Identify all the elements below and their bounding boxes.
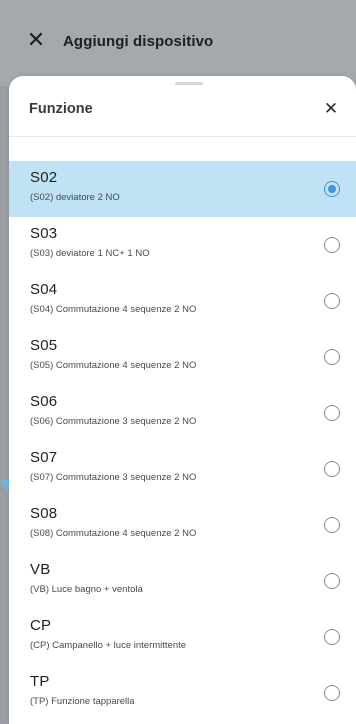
function-list: S02 (S02) deviatore 2 NO S03 (S03) deviator…	[9, 161, 356, 721]
radio-button[interactable]	[324, 685, 340, 701]
option-description: (CP) Campanello + luce intermittente	[30, 640, 187, 651]
function-option-cp[interactable]: CP (CP) Campanello + luce intermittente	[9, 609, 356, 665]
option-description: (TP) Funzione tapparella	[30, 696, 135, 707]
option-code: S05	[30, 337, 58, 354]
radio-selected-dot	[328, 185, 336, 193]
option-description: (VB) Luce bagno + ventola	[30, 584, 143, 595]
option-code: S06	[30, 393, 58, 410]
option-description: (S05) Commutazione 4 sequenze 2 NO	[30, 360, 197, 371]
sheet-header: Funzione ✕	[9, 76, 356, 137]
close-icon[interactable]: ✕	[26, 29, 46, 51]
option-code: VB	[30, 561, 51, 578]
function-option-s02[interactable]: S02 (S02) deviatore 2 NO	[9, 161, 356, 217]
option-code: S04	[30, 281, 58, 298]
option-description: (S02) deviatore 2 NO	[30, 192, 120, 203]
sheet-title: Funzione	[29, 101, 93, 117]
function-option-vb[interactable]: VB (VB) Luce bagno + ventola	[9, 553, 356, 609]
radio-button[interactable]	[324, 573, 340, 589]
option-description: (S08) Commutazione 4 sequenze 2 NO	[30, 528, 197, 539]
option-description: (S03) deviatore 1 NC+ 1 NO	[30, 248, 150, 259]
option-description: (S07) Commutazione 3 sequenze 2 NO	[30, 472, 197, 483]
radio-button[interactable]	[324, 181, 340, 197]
function-option-s07[interactable]: S07 (S07) Commutazione 3 sequenze 2 NO	[9, 441, 356, 497]
radio-button[interactable]	[324, 349, 340, 365]
close-icon[interactable]: ✕	[320, 98, 342, 120]
option-code: S02	[30, 169, 58, 186]
option-code: S08	[30, 505, 58, 522]
radio-button[interactable]	[324, 517, 340, 533]
radio-button[interactable]	[324, 461, 340, 477]
function-option-s05[interactable]: S05 (S05) Commutazione 4 sequenze 2 NO	[9, 329, 356, 385]
radio-button[interactable]	[324, 293, 340, 309]
option-description: (S06) Commutazione 3 sequenze 2 NO	[30, 416, 197, 427]
option-code: CP	[30, 617, 52, 634]
function-option-s06[interactable]: S06 (S06) Commutazione 3 sequenze 2 NO	[9, 385, 356, 441]
function-option-s04[interactable]: S04 (S04) Commutazione 4 sequenze 2 NO	[9, 273, 356, 329]
option-description: (S04) Commutazione 4 sequenze 2 NO	[30, 304, 197, 315]
page-title: Aggiungi dispositivo	[63, 33, 214, 50]
radio-button[interactable]	[324, 405, 340, 421]
function-bottom-sheet: Funzione ✕ S02 (S02) deviatore 2 NO S03 (S0…	[9, 76, 356, 724]
option-code: S07	[30, 449, 58, 466]
function-option-s03[interactable]: S03 (S03) deviatore 1 NC+ 1 NO	[9, 217, 356, 273]
page-header: ✕ Aggiungi dispositivo	[0, 0, 356, 86]
radio-button[interactable]	[324, 237, 340, 253]
option-code: S03	[30, 225, 58, 242]
function-option-tp[interactable]: TP (TP) Funzione tapparella	[9, 665, 356, 721]
function-option-s08[interactable]: S08 (S08) Commutazione 4 sequenze 2 NO	[9, 497, 356, 553]
radio-button[interactable]	[324, 629, 340, 645]
option-code: TP	[30, 673, 50, 690]
